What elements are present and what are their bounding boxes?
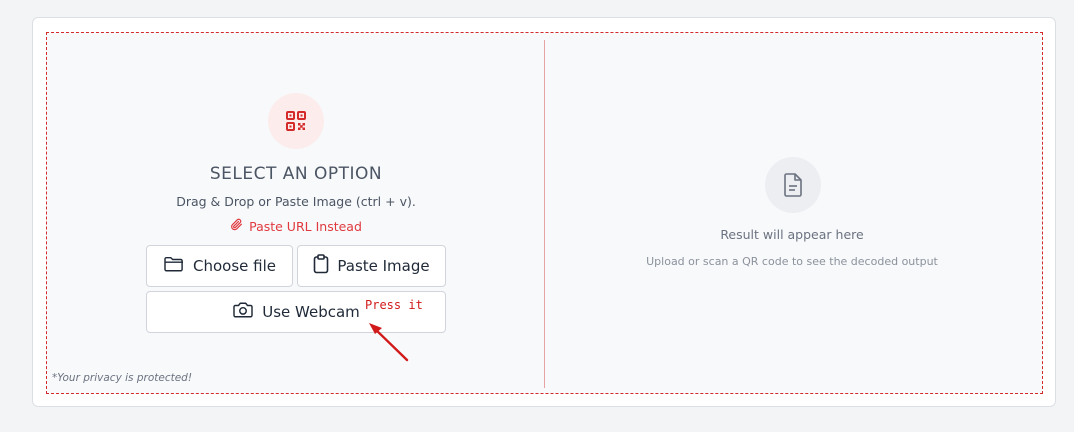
use-webcam-label: Use Webcam	[262, 303, 360, 321]
privacy-note: *Your privacy is protected!	[52, 372, 193, 384]
result-placeholder-title: Result will appear here	[720, 227, 864, 242]
paste-url-link[interactable]: Paste URL Instead	[146, 218, 446, 234]
paste-url-label: Paste URL Instead	[249, 218, 362, 234]
folder-icon	[163, 255, 185, 277]
press-it-annotation: Press it	[365, 298, 423, 312]
paste-image-button[interactable]: Paste Image	[297, 245, 446, 287]
paste-image-label: Paste Image	[337, 257, 430, 275]
qr-code-icon	[268, 93, 324, 149]
document-icon	[765, 157, 821, 213]
drag-drop-hint: Drag & Drop or Paste Image (ctrl + v).	[176, 194, 416, 209]
result-placeholder-subtitle: Upload or scan a QR code to see the deco…	[646, 255, 938, 268]
camera-icon	[232, 301, 254, 323]
select-option-title: SELECT AN OPTION	[209, 164, 383, 184]
annotation-arrow	[369, 323, 409, 362]
panel-divider	[544, 40, 545, 388]
clipboard-icon	[313, 254, 329, 278]
choose-file-button[interactable]: Choose file	[146, 245, 293, 287]
choose-file-label: Choose file	[193, 257, 276, 275]
paperclip-icon	[230, 218, 243, 234]
